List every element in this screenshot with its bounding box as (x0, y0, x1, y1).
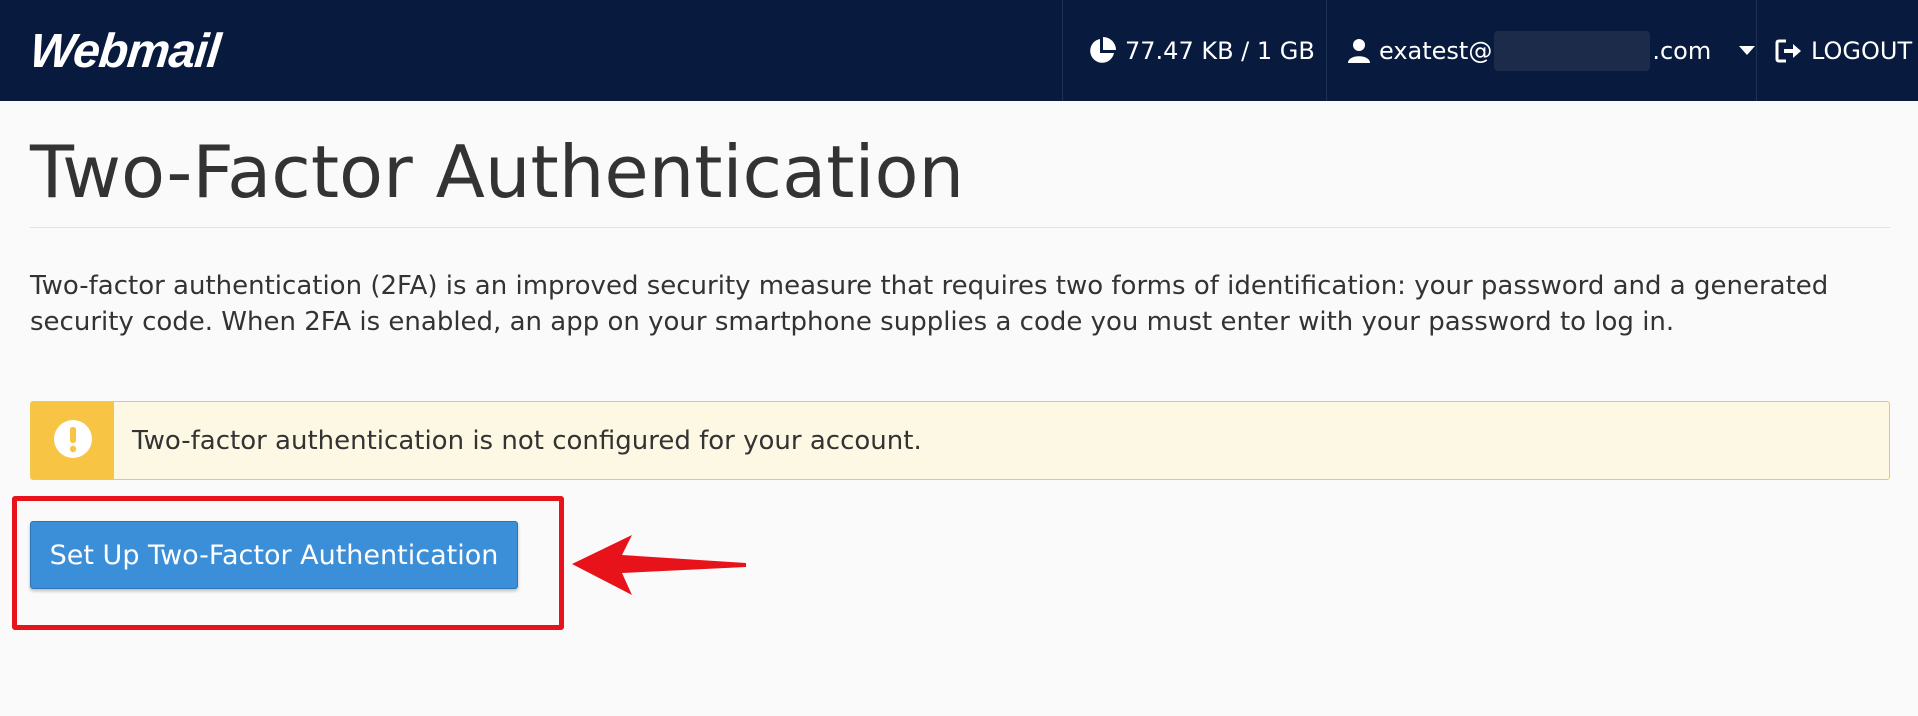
title-divider (30, 227, 1890, 228)
setup-2fa-button[interactable]: Set Up Two-Factor Authentication (30, 521, 518, 589)
warning-alert: Two-factor authentication is not configu… (30, 401, 1890, 480)
alert-message: Two-factor authentication is not configu… (132, 425, 922, 456)
user-menu[interactable]: exatest@ .com (1326, 0, 1756, 101)
top-navbar: Webmail 77.47 KB / 1 GB exatest@ .com LO… (0, 0, 1918, 101)
exclamation-icon (53, 419, 93, 463)
disk-quota[interactable]: 77.47 KB / 1 GB (1062, 0, 1326, 101)
caret-down-icon[interactable] (1739, 46, 1756, 55)
user-icon (1347, 38, 1371, 64)
redacted-email-domain (1494, 30, 1651, 71)
page-title: Two-Factor Authentication (30, 130, 965, 214)
annotation-arrow-icon (572, 535, 746, 595)
alert-icon-panel (31, 402, 114, 479)
quota-text: 77.47 KB / 1 GB (1125, 36, 1315, 65)
page-description: Two-factor authentication (2FA) is an im… (30, 271, 1829, 337)
user-email-suffix: .com (1652, 36, 1712, 65)
sign-out-icon (1775, 38, 1803, 64)
webmail-logo[interactable]: Webmail (27, 25, 222, 78)
logout-link[interactable]: LOGOUT (1756, 0, 1918, 101)
pie-chart-icon (1087, 36, 1117, 66)
user-email-prefix: exatest@ (1379, 36, 1493, 65)
logout-label: LOGOUT (1811, 36, 1913, 65)
